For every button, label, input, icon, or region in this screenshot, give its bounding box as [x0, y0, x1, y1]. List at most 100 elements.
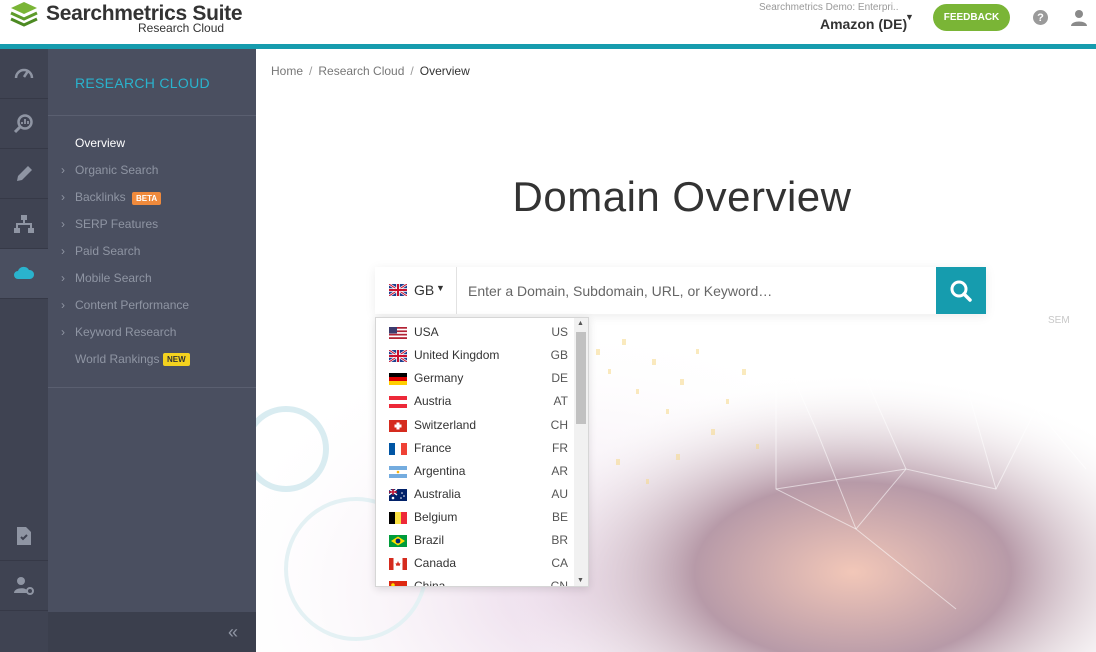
country-option-us[interactable]: USA US — [376, 321, 574, 344]
page-title: Domain Overview — [512, 173, 852, 220]
country-option-cn[interactable]: China CN — [376, 575, 574, 587]
breadcrumb-current: Overview — [419, 64, 470, 78]
country-option-be[interactable]: Belgium BE — [376, 506, 574, 529]
country-name: United Kingdom — [414, 348, 500, 362]
sidebar-item-keyword-research[interactable]: › Keyword Research — [48, 322, 256, 342]
country-option-gb[interactable]: United Kingdom GB — [376, 344, 574, 367]
searchmetrics-logo-icon[interactable] — [9, 1, 39, 29]
top-bar: Searchmetrics Suite Research Cloud Searc… — [0, 0, 1096, 44]
sidebar-item-label: Paid Search — [75, 244, 141, 258]
rail-item-reports[interactable] — [0, 511, 48, 561]
sidebar-item-label: Overview — [75, 136, 126, 150]
domain-search-bar: GB ▼ — [375, 267, 986, 314]
country-code: CN — [550, 579, 568, 587]
rail-item-settings[interactable] — [0, 561, 48, 611]
country-option-ar[interactable]: Argentina AR — [376, 460, 574, 483]
flag-fr-icon — [389, 443, 407, 455]
brand-subtitle: Research Cloud — [138, 21, 225, 35]
country-code: US — [551, 325, 568, 339]
country-code: FR — [552, 441, 568, 455]
sidebar-item-content-performance[interactable]: › Content Performance — [48, 295, 256, 315]
icon-rail — [0, 49, 48, 652]
divider — [48, 115, 256, 116]
chevron-down-icon[interactable]: ▼ — [905, 12, 914, 22]
chevron-right-icon: › — [61, 325, 65, 339]
help-icon[interactable]: ? — [1033, 10, 1048, 25]
document-icon — [17, 526, 31, 545]
rail-item-research-cloud[interactable] — [0, 249, 48, 299]
rail-item-dashboard[interactable] — [0, 49, 48, 99]
sitemap-icon — [14, 214, 34, 233]
rail-item-content[interactable] — [0, 149, 48, 199]
country-dropdown: USA US United Kingdom GB Germany DE Aust… — [375, 317, 589, 587]
divider — [48, 387, 256, 388]
sidebar-item-organic-search[interactable]: › Organic Search — [48, 160, 256, 180]
country-name: Austria — [414, 394, 452, 408]
search-button[interactable] — [936, 267, 986, 314]
country-code: CA — [551, 556, 568, 570]
speedometer-icon — [14, 68, 34, 78]
country-code: GB — [414, 282, 435, 298]
scrollbar-thumb[interactable] — [576, 332, 586, 424]
rail-item-research[interactable] — [0, 99, 48, 149]
country-code: DE — [551, 371, 568, 385]
country-option-fr[interactable]: France FR — [376, 437, 574, 460]
sidebar: RESEARCH CLOUD Overview › Organic Search… — [48, 49, 256, 612]
search-input[interactable] — [458, 267, 936, 314]
flag-de-icon — [389, 373, 407, 385]
flag-br-icon — [389, 535, 407, 547]
country-name: Brazil — [414, 533, 445, 547]
user-icon[interactable] — [1070, 9, 1088, 27]
country-option-ca[interactable]: Canada CA — [376, 552, 574, 575]
feedback-button[interactable]: FEEDBACK — [933, 4, 1010, 31]
flag-at-icon — [389, 396, 407, 408]
country-option-au[interactable]: Australia AU — [376, 483, 574, 506]
country-code: BE — [551, 510, 568, 524]
sidebar-item-world-rankings[interactable]: World Rankings NEW — [48, 349, 256, 369]
breadcrumb: Home / Research Cloud / Overview — [271, 64, 470, 78]
scroll-down-arrow-icon[interactable]: ▼ — [577, 577, 584, 584]
breadcrumb-separator: / — [410, 64, 414, 78]
dropdown-scrollbar[interactable]: ▲ ▼ — [574, 318, 588, 586]
flag-ar-icon — [389, 466, 407, 478]
flag-au-icon — [389, 489, 407, 501]
country-code: AR — [551, 464, 568, 478]
account-caption: Searchmetrics Demo: Enterpri... — [759, 2, 899, 13]
chevron-right-icon: › — [61, 271, 65, 285]
sidebar-item-overview[interactable]: Overview — [48, 133, 256, 153]
sidebar-item-label: World Rankings — [75, 352, 160, 366]
scroll-up-arrow-icon[interactable]: ▲ — [577, 320, 584, 327]
breadcrumb-home-link[interactable]: Home — [271, 64, 303, 78]
sidebar-item-label: Keyword Research — [75, 325, 177, 339]
sidebar-footer: « — [48, 612, 256, 652]
flag-ch-icon — [389, 420, 407, 432]
cloud-icon — [14, 266, 35, 279]
sidebar-item-paid-search[interactable]: › Paid Search — [48, 241, 256, 261]
magnifier-chart-icon — [13, 113, 33, 133]
sidebar-item-backlinks[interactable]: › Backlinks BETA — [48, 187, 256, 207]
sidebar-item-mobile-search[interactable]: › Mobile Search — [48, 268, 256, 288]
breadcrumb-research-cloud-link[interactable]: Research Cloud — [318, 64, 404, 78]
search-icon — [950, 280, 972, 302]
country-code: AU — [551, 487, 568, 501]
country-option-at[interactable]: Austria AT — [376, 390, 574, 413]
flag-be-icon — [389, 512, 407, 524]
sidebar-item-label: Backlinks — [75, 190, 126, 204]
country-code: AT — [553, 394, 568, 408]
country-name: France — [414, 441, 452, 455]
country-name: USA — [414, 325, 439, 339]
country-name: Australia — [414, 487, 461, 501]
country-code: BR — [551, 533, 568, 547]
chevron-right-icon: › — [61, 298, 65, 312]
country-option-ch[interactable]: Switzerland CH — [376, 414, 574, 437]
breadcrumb-separator: / — [309, 64, 313, 78]
country-option-de[interactable]: Germany DE — [376, 367, 574, 390]
pencil-icon — [17, 165, 32, 181]
country-option-br[interactable]: Brazil BR — [376, 529, 574, 552]
collapse-sidebar-icon[interactable]: « — [228, 622, 238, 643]
account-selector[interactable]: Amazon (DE) — [820, 16, 907, 32]
sidebar-item-serp-features[interactable]: › SERP Features — [48, 214, 256, 234]
flag-us-icon — [389, 327, 407, 339]
country-selector[interactable]: GB ▼ — [375, 267, 457, 314]
rail-item-sitemap[interactable] — [0, 199, 48, 249]
